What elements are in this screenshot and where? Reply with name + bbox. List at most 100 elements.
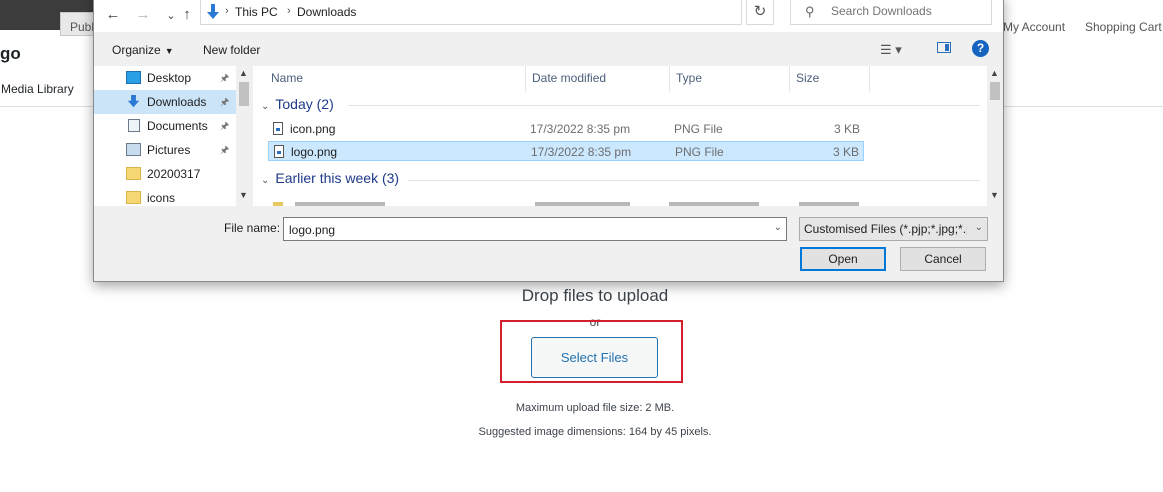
downloads-icon	[127, 95, 140, 108]
search-box[interactable]: ⚲	[790, 0, 992, 25]
forward-arrow-icon[interactable]: →	[134, 6, 152, 24]
documents-icon	[128, 119, 140, 132]
file-type-select[interactable]: Customised Files (*.pjp;*.jpg;*.pjpeg;*.…	[799, 217, 988, 241]
file-name-label: File name:	[224, 221, 281, 235]
file-row-icon-png[interactable]: icon.png 17/3/2022 8:35 pm PNG File 3 KB	[268, 119, 864, 139]
column-separator[interactable]	[525, 66, 526, 92]
help-icon[interactable]: ?	[972, 40, 989, 57]
view-options-icon[interactable]: ☰ ▾	[880, 42, 902, 58]
nav-item-label: Documents	[147, 119, 208, 133]
nav-item-label: 20200317	[147, 167, 201, 181]
nav-item-20200317[interactable]: 20200317	[94, 162, 236, 186]
scroll-up-icon[interactable]: ▲	[990, 68, 999, 78]
file-date: 17/3/2022 8:35 pm	[530, 122, 631, 136]
cancel-button[interactable]: Cancel	[900, 247, 986, 271]
nav-item-documents[interactable]: Documents 🖈	[94, 114, 236, 138]
chevron-down-icon[interactable]: ⌄	[975, 222, 983, 233]
group-divider	[408, 180, 980, 181]
navigation-pane: Desktop 🖈 Downloads 🖈 Documents 🖈 Pictur…	[94, 66, 252, 206]
refresh-icon[interactable]: ↻	[746, 0, 774, 25]
group-header-today[interactable]: ⌄ Today (2)	[261, 96, 334, 112]
media-library-tab[interactable]: Media Library	[1, 82, 74, 96]
scroll-up-icon[interactable]: ▲	[239, 68, 248, 78]
column-header-name[interactable]: Name	[271, 71, 303, 85]
select-files-button[interactable]: Select Files	[531, 337, 658, 378]
pin-icon: 🖈	[220, 97, 230, 108]
column-separator[interactable]	[669, 66, 670, 92]
downloads-icon	[207, 4, 219, 19]
nav-item-label: icons	[147, 191, 176, 205]
nav-item-icons[interactable]: icons	[94, 186, 236, 206]
search-input[interactable]	[829, 3, 988, 19]
column-header-date[interactable]: Date modified	[532, 71, 606, 85]
scroll-down-icon[interactable]: ▼	[239, 190, 248, 200]
file-row-logo-png[interactable]: logo.png 17/3/2022 8:35 pm PNG File 3 KB	[268, 141, 864, 161]
scroll-thumb[interactable]	[239, 82, 249, 106]
organize-button[interactable]: Organize ▼	[112, 43, 174, 57]
file-open-dialog: ← → ⌄ ↑ › This PC › Downloads ⌄ ↻ ⚲ Orga…	[93, 0, 1004, 282]
file-size: 3 KB	[832, 145, 859, 159]
breadcrumb-downloads[interactable]: Downloads	[297, 5, 356, 19]
nav-shopping-cart[interactable]: Shopping Cart	[1085, 20, 1162, 34]
column-header-type[interactable]: Type	[676, 71, 702, 85]
file-type: PNG File	[674, 122, 723, 136]
new-folder-button[interactable]: New folder	[203, 43, 260, 57]
nav-item-label: Desktop	[147, 71, 192, 85]
pictures-icon	[126, 143, 141, 156]
partial-text	[669, 202, 759, 206]
column-header-size[interactable]: Size	[796, 71, 819, 85]
organize-label: Organize	[112, 43, 161, 57]
nav-item-downloads[interactable]: Downloads 🖈	[94, 90, 236, 114]
nav-my-account[interactable]: My Account	[1003, 20, 1065, 34]
command-bar: Organize ▼ New folder ☰ ▾ ?	[94, 32, 1003, 66]
caret-down-icon: ▼	[164, 46, 174, 56]
nav-item-label: Downloads	[147, 95, 207, 109]
file-name-field[interactable]: ⌄	[283, 217, 787, 241]
collapse-chevron-icon: ⌄	[261, 175, 270, 186]
breadcrumb-this-pc[interactable]: This PC	[235, 5, 278, 19]
suggested-dimensions-text: Suggested image dimensions: 164 by 45 pi…	[478, 426, 712, 438]
column-separator[interactable]	[789, 66, 790, 92]
partial-text	[295, 202, 385, 206]
partial-text	[535, 202, 630, 206]
png-file-icon	[273, 122, 283, 135]
column-separator[interactable]	[869, 66, 870, 92]
back-arrow-icon[interactable]: ←	[104, 6, 122, 24]
breadcrumb-separator-icon: ›	[287, 5, 291, 17]
file-name: icon.png	[290, 122, 336, 136]
file-list: Name Date modified Type Size ⌄ Today (2) …	[253, 66, 1003, 206]
pin-icon: 🖈	[220, 145, 230, 156]
file-name: logo.png	[291, 145, 338, 159]
search-icon: ⚲	[805, 4, 815, 19]
scroll-thumb[interactable]	[990, 82, 1000, 100]
folder-check-icon	[126, 191, 141, 204]
nav-scrollbar[interactable]: ▲ ▼	[236, 66, 252, 206]
chevron-down-icon[interactable]: ⌄	[774, 222, 782, 233]
file-list-scrollbar[interactable]: ▲ ▼	[987, 66, 1003, 206]
breadcrumb-separator-icon: ›	[225, 5, 229, 17]
group-header-earlier-this-week[interactable]: ⌄ Earlier this week (3)	[261, 170, 399, 186]
folder-icon	[126, 167, 141, 180]
desktop-icon	[126, 71, 141, 84]
scroll-down-icon[interactable]: ▼	[990, 190, 999, 200]
open-button[interactable]: Open	[800, 247, 886, 271]
nav-partial-left[interactable]: Publ	[70, 20, 94, 34]
nav-item-pictures[interactable]: Pictures 🖈	[94, 138, 236, 162]
partial-file-row[interactable]	[273, 200, 873, 206]
address-row: ← → ⌄ ↑ › This PC › Downloads ⌄ ↻ ⚲	[94, 0, 1003, 32]
pin-icon: 🖈	[220, 73, 230, 84]
file-name-input[interactable]	[287, 222, 761, 238]
group-divider	[348, 105, 980, 106]
group-label: Earlier this week (3)	[275, 170, 400, 186]
group-label: Today (2)	[275, 96, 334, 112]
preview-pane-icon[interactable]	[937, 42, 951, 53]
nav-item-desktop[interactable]: Desktop 🖈	[94, 66, 236, 90]
address-bar[interactable]: › This PC › Downloads ⌄	[200, 0, 832, 25]
up-arrow-icon[interactable]: ↑	[178, 6, 196, 24]
folder-icon	[273, 202, 283, 206]
file-size: 3 KB	[833, 122, 860, 136]
pin-icon: 🖈	[220, 121, 230, 132]
file-type: PNG File	[675, 145, 724, 159]
nav-item-label: Pictures	[147, 143, 191, 157]
file-type-filter: Customised Files (*.pjp;*.jpg;*.pjpeg;*.…	[804, 222, 967, 236]
